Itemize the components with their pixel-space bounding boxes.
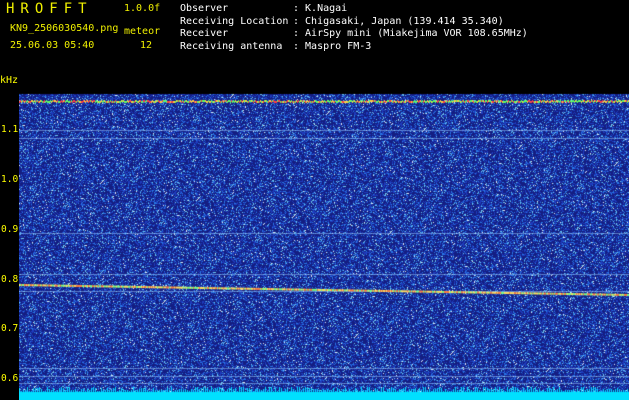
info-row-antenna: Receiving antenna : Maspro FM-3 [180, 41, 528, 54]
freq-unit-label: kHz [0, 75, 19, 86]
info-row-receiver: Receiver : AirSpy mini (Miakejima VOR 108… [180, 28, 528, 41]
freq-tick-label: 1.1 [1, 124, 19, 135]
info-key: Receiving antenna [180, 40, 283, 52]
info-panel: Observer : K.Nagai Receiving Location : Ch… [180, 3, 528, 53]
freq-tick-label: 0.9 [1, 224, 19, 235]
info-value: : Maspro FM-3 [293, 40, 372, 52]
freq-tick-label: 1.0 [1, 174, 19, 185]
freq-tick-label: 0.7 [1, 323, 19, 334]
info-value: : AirSpy mini (Miakejima VOR 108.65MHz) [293, 28, 528, 39]
info-key: Receiver [180, 28, 229, 39]
spectrogram-canvas[interactable] [19, 78, 629, 400]
info-row-observer: Observer : K.Nagai [180, 3, 528, 16]
info-row-location: Receiving Location : Chigasaki, Japan (13… [180, 16, 528, 29]
freq-tick-label: 0.6 [1, 373, 19, 384]
info-key: Receiving Location [180, 15, 289, 27]
version-label: 1.0.0f [124, 3, 161, 14]
info-key: Observer [180, 3, 229, 14]
info-value: : K.Nagai [293, 3, 348, 14]
info-value: : Chigasaki, Japan (139.414 35.340) [293, 15, 504, 27]
freq-tick-label: 0.8 [1, 274, 19, 285]
datetime-label: 25.06.03 05:40 [10, 40, 95, 51]
filename-label: KN9_2506030540.png [10, 23, 119, 34]
app-title: HROFFT [6, 1, 93, 17]
count-label: 12 [140, 40, 153, 51]
mode-label: meteor [124, 26, 161, 37]
